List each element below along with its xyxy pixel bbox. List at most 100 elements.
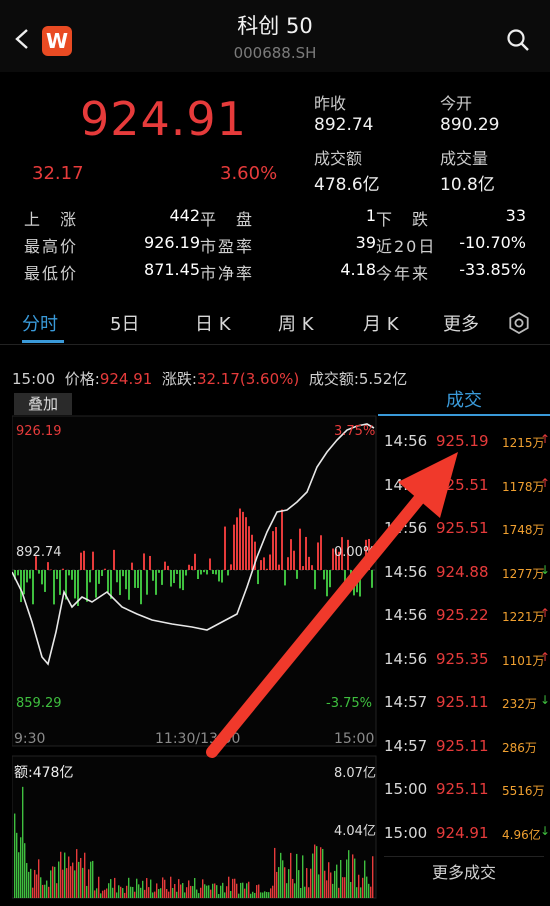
trade-price: 925.35 [436, 649, 489, 668]
security-code: 000688.SH [233, 44, 317, 62]
arrow-down-icon: ↓ [540, 693, 550, 707]
volume-bar [76, 849, 78, 898]
diff-bar [314, 570, 316, 590]
volume-bar [48, 886, 50, 898]
volume-bar [372, 856, 374, 898]
gear-icon[interactable] [508, 312, 530, 334]
volume-bar [354, 858, 356, 898]
diff-bar [53, 570, 55, 605]
volume-bar [288, 869, 290, 898]
volume-bar [258, 884, 260, 898]
y-mid-label: 892.74 [16, 545, 62, 560]
arrow-down-icon: ↓ [540, 562, 550, 577]
volume-bar [82, 867, 84, 898]
tab-more[interactable]: 更多 [443, 310, 479, 336]
overlay-button[interactable]: 叠加 [14, 393, 72, 415]
volume-bar [268, 892, 270, 898]
volume-bar [150, 879, 152, 898]
trade-time: 14:56 [384, 562, 428, 581]
volume-bar [172, 887, 174, 898]
volume-bar [330, 872, 332, 898]
volume-bar [110, 879, 112, 898]
volume-bar [338, 887, 340, 898]
volume-bar [142, 880, 144, 898]
arrow-up-icon: ↑ [540, 649, 550, 664]
trade-row: 14:56 924.88 1277万 ↓ [384, 563, 550, 587]
diff-bar [203, 570, 205, 573]
diff-bar [104, 568, 106, 570]
volume-bar [24, 843, 26, 898]
volume-bar [240, 882, 242, 898]
volume-total-label: 额:478亿 [14, 765, 74, 781]
diff-bar [257, 570, 259, 585]
volume-bar [264, 891, 266, 898]
volume-bar [184, 892, 186, 898]
low-value: 871.45 [144, 260, 200, 279]
tab-intraday[interactable]: 分时 [22, 310, 58, 336]
diff-bar [20, 570, 22, 603]
volume-bar [124, 892, 126, 898]
pe-value: 39 [355, 233, 376, 252]
volume-bar [358, 874, 360, 898]
stats-row-low: 最低价 871.45 市净率 4.18 今年来 -33.85% [24, 260, 530, 286]
intraday-chart[interactable] [12, 392, 378, 902]
trade-row: 14:56 925.51 1178万 ↑ [384, 476, 550, 500]
volume-bar [114, 877, 116, 898]
volume-bar [364, 860, 366, 898]
diff-bar [41, 570, 43, 585]
volume-bar [234, 878, 236, 898]
trade-time: 14:56 [384, 649, 428, 668]
high-label: 最高价 [24, 237, 79, 256]
volume-bar [58, 861, 60, 898]
trades-title[interactable]: 成交 [378, 386, 550, 412]
volume-bar [310, 868, 312, 898]
tab-5day[interactable]: 5日 [110, 310, 139, 336]
volume-bar [222, 882, 224, 898]
arrow-up-icon: ↑ [540, 432, 550, 446]
diff-bar [32, 570, 34, 605]
arrow-up-icon: ↑ [540, 606, 550, 620]
trade-row: 15:00 925.11 5516万 [384, 780, 550, 804]
turnover-label: 成交额 [314, 149, 363, 168]
diff-bar [131, 562, 133, 570]
volume-bar [112, 887, 114, 898]
diff-bar [209, 558, 211, 570]
diff-bar [62, 568, 64, 570]
volume-bar [190, 885, 192, 898]
volume-bar [16, 832, 18, 898]
volume-bar [314, 844, 316, 898]
arrow-down-icon: ↓ [540, 823, 550, 838]
volume-bar [108, 883, 110, 898]
volume-bar [118, 885, 120, 898]
volume-bar [294, 883, 296, 898]
volume-bar [188, 880, 190, 898]
volume-bar [156, 883, 158, 898]
volume-bar [90, 861, 92, 898]
volume-bar [20, 837, 22, 898]
diff-bar [59, 570, 61, 595]
volume-bar [160, 888, 162, 898]
volume-bar [64, 852, 66, 898]
trade-row: 14:56 925.51 1748万 [384, 519, 550, 543]
volume-bar [196, 889, 198, 898]
tab-monthly-k[interactable]: 月 K [363, 310, 399, 336]
search-icon[interactable] [506, 28, 530, 52]
tab-daily-k[interactable]: 日 K [195, 310, 231, 336]
volume-bar [70, 866, 72, 898]
trade-price: 925.22 [436, 606, 489, 624]
tab-weekly-k[interactable]: 周 K [278, 310, 314, 336]
diff-bar [68, 570, 70, 576]
volume-bar [238, 893, 240, 898]
volume-bar [106, 888, 108, 898]
diff-bar [227, 570, 229, 576]
volume-bar [98, 876, 100, 898]
diff-bar [218, 570, 220, 582]
volume-bar [100, 893, 102, 898]
volume-bar [224, 892, 226, 898]
volume-bar [214, 883, 216, 898]
diff-bar [38, 570, 40, 574]
volume-bar [144, 889, 146, 898]
more-trades-button[interactable]: 更多成交 [384, 856, 544, 889]
prev-close-label: 昨收 [314, 94, 347, 113]
volume-bar [286, 883, 288, 898]
